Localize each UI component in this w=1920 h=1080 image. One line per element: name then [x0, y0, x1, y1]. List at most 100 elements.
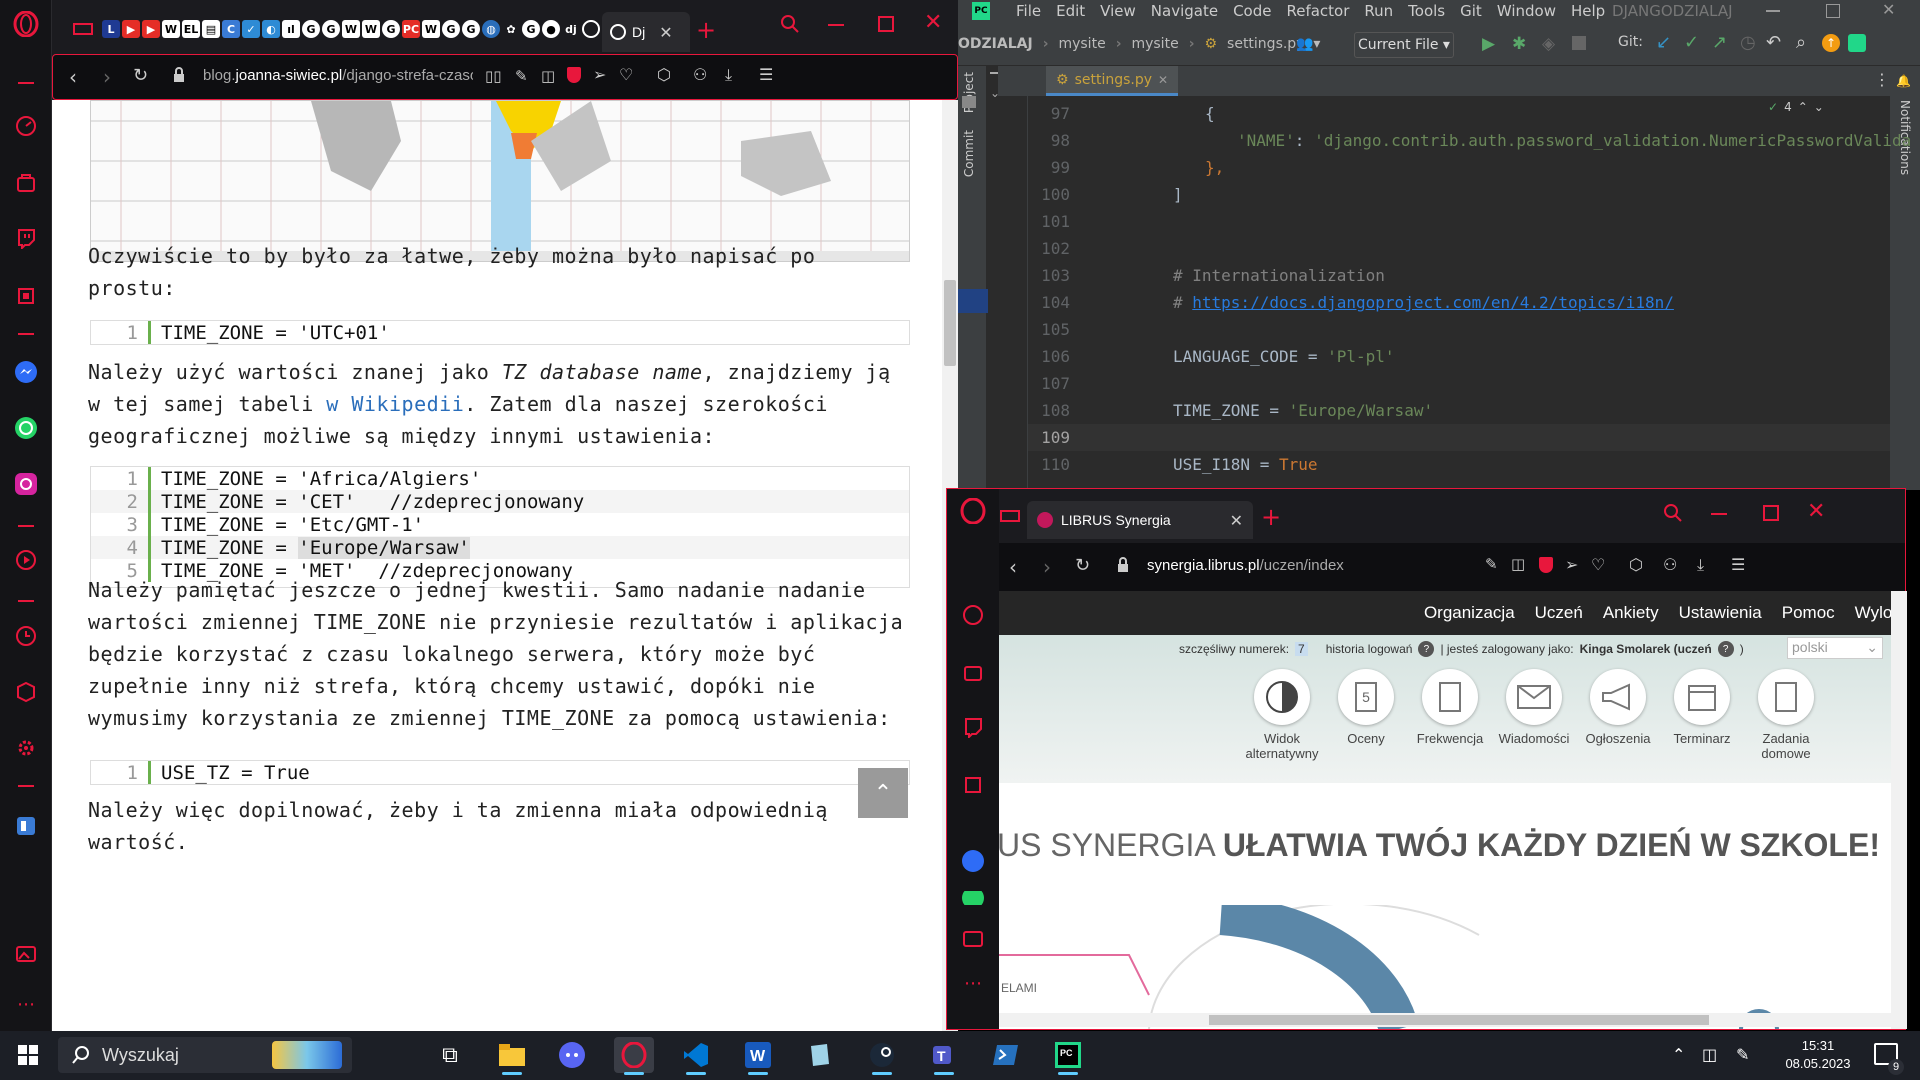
minimize-icon[interactable] — [1711, 513, 1727, 515]
git-rollback-icon[interactable]: ↶ — [1766, 32, 1781, 53]
tab-favicon[interactable]: ▤ — [202, 20, 220, 38]
tab-favicon[interactable]: C — [222, 20, 240, 38]
teams-icon[interactable]: T — [924, 1037, 964, 1075]
instagram-icon[interactable] — [12, 470, 40, 498]
menu-navigate[interactable]: Navigate — [1151, 2, 1218, 20]
help-icon[interactable]: ? — [1717, 641, 1734, 657]
search-everywhere-icon[interactable]: ⌕ — [1796, 32, 1806, 53]
scrollbar-thumb[interactable] — [1209, 1015, 1709, 1025]
menu-tools[interactable]: Tools — [1408, 2, 1445, 20]
jetbrains-toolbox-icon[interactable] — [1848, 34, 1866, 52]
google-icon[interactable]: G — [522, 20, 540, 38]
minimize-icon[interactable] — [1766, 10, 1780, 12]
gx-corner-icon[interactable] — [999, 507, 1021, 525]
close-window-icon[interactable]: ✕ — [924, 10, 942, 35]
menu-run[interactable]: Run — [1364, 2, 1393, 20]
youtube-icon[interactable]: ▶ — [122, 20, 140, 38]
tab-favicon[interactable]: ✿ — [502, 20, 520, 38]
reload-icon[interactable]: ↻ — [133, 65, 148, 86]
edit-icon[interactable]: ✎ — [515, 67, 528, 85]
search-tabs-icon[interactable] — [780, 14, 800, 34]
twitch-icon[interactable] — [12, 224, 40, 252]
nav-organizacja[interactable]: Organizacja — [1424, 603, 1515, 623]
speed-dial-icon[interactable] — [12, 112, 40, 140]
more-tabs-icon[interactable]: ⋮ — [1874, 70, 1890, 89]
debug-icon[interactable]: ✱ — [1512, 34, 1526, 54]
account-icon[interactable]: ⚇ — [1663, 555, 1677, 574]
language-select[interactable]: polski ⌄ — [1787, 637, 1883, 659]
stop-icon[interactable] — [1572, 36, 1586, 50]
wiadomosci-button[interactable]: Wiadomości — [1494, 669, 1574, 746]
reload-icon[interactable]: ↻ — [1075, 555, 1090, 576]
nav-uczen[interactable]: Uczeń — [1535, 603, 1583, 623]
vscode-icon[interactable] — [676, 1037, 716, 1075]
opera-logo-icon[interactable] — [959, 497, 987, 525]
tab-librus[interactable]: LIBRUS Synergia ✕ — [1027, 501, 1253, 539]
nav-ankiety[interactable]: Ankiety — [1603, 603, 1659, 623]
google-icon[interactable]: G — [322, 20, 340, 38]
send-icon[interactable]: ➢ — [593, 65, 606, 84]
new-tab-button[interactable]: + — [1261, 503, 1281, 531]
terminarz-button[interactable]: Terminarz — [1662, 669, 1742, 746]
twitch-icon[interactable] — [959, 713, 987, 741]
shield-icon[interactable] — [1539, 557, 1553, 573]
forward-icon[interactable]: › — [103, 65, 111, 89]
nav-ustawienia[interactable]: Ustawienia — [1679, 603, 1762, 623]
whatsapp-icon[interactable] — [12, 414, 40, 442]
tab-favicon[interactable]: ◐ — [262, 20, 280, 38]
shield-icon[interactable] — [567, 67, 581, 83]
menu-code[interactable]: Code — [1233, 2, 1271, 20]
clock[interactable]: 15:31 08.05.2023 — [1768, 1037, 1868, 1073]
messenger-icon[interactable] — [12, 358, 40, 386]
opera-gx-icon[interactable] — [614, 1037, 654, 1075]
gx-control-icon[interactable] — [959, 771, 987, 799]
maximize-icon[interactable] — [1763, 505, 1779, 521]
word-icon[interactable]: W — [738, 1037, 778, 1075]
frekwencja-button[interactable]: Frekwencja — [1410, 669, 1490, 746]
pen-icon[interactable]: ✎ — [1736, 1045, 1749, 1064]
task-view-icon[interactable]: ⧉ — [430, 1037, 470, 1073]
google-icon[interactable]: G — [462, 20, 480, 38]
webcam-icon[interactable]: ◫ — [1702, 1045, 1717, 1064]
login-history-link[interactable]: historia logowań — [1326, 642, 1413, 656]
close-tab-icon[interactable]: ✕ — [1230, 511, 1243, 530]
messenger-icon[interactable] — [959, 847, 987, 875]
close-tab-icon[interactable]: ✕ — [1158, 73, 1168, 87]
wikipedia-icon[interactable]: W — [362, 20, 380, 38]
tab-favicon[interactable]: ✓ — [242, 20, 260, 38]
scrollbar-thumb[interactable] — [944, 280, 956, 366]
bell-icon[interactable]: 🔔 — [1896, 74, 1911, 88]
wikipedia-icon[interactable]: W — [342, 20, 360, 38]
zadania-domowe-button[interactable]: Zadania domowe — [1746, 669, 1826, 761]
edit-icon[interactable]: ✎ — [1485, 555, 1498, 573]
opera-logo-icon[interactable] — [12, 10, 40, 38]
more-dots-icon[interactable]: ⋯ — [959, 969, 987, 997]
heart-icon[interactable]: ♡ — [1591, 555, 1605, 574]
download-icon[interactable]: ⤓ — [1697, 555, 1704, 575]
updates-icon[interactable]: ↑ — [1822, 34, 1840, 52]
heart-icon[interactable]: ♡ — [619, 65, 633, 84]
code-editor[interactable]: ✓ 4 ⌃ ⌄ 97{98 'NAME': 'django.contrib.auth.p… — [958, 96, 1911, 490]
discord-icon[interactable] — [552, 1037, 592, 1073]
nav-pomoc[interactable]: Pomoc — [1782, 603, 1835, 623]
widok-alternatywny-button[interactable]: Widok alternatywny — [1242, 669, 1322, 761]
google-icon[interactable]: G — [442, 20, 460, 38]
reader-mode-icon[interactable]: ▯▯ — [485, 67, 502, 85]
google-icon[interactable]: G — [302, 20, 320, 38]
new-tab-button[interactable]: + — [696, 16, 716, 44]
user-icon[interactable]: 👥▾ — [1296, 36, 1320, 52]
gx-corner-icon[interactable] — [72, 20, 94, 38]
account-icon[interactable]: ⚇ — [693, 65, 707, 84]
search-tabs-icon[interactable] — [1663, 503, 1683, 523]
speed-dial-icon[interactable] — [959, 601, 987, 629]
wikipedia-icon[interactable]: W — [422, 20, 440, 38]
pycharm-taskbar-icon[interactable]: PC — [1048, 1037, 1088, 1075]
django-icon[interactable]: dj — [562, 20, 580, 38]
menu-refactor[interactable]: Refactor — [1286, 2, 1349, 20]
tab-settings-py[interactable]: ⚙ settings.py ✕ — [1046, 66, 1179, 96]
youtube-icon[interactable]: ▶ — [142, 20, 160, 38]
back-icon[interactable]: ‹ — [69, 65, 77, 89]
show-hidden-icons-chevron-icon[interactable]: ⌃ — [1672, 1045, 1685, 1064]
notes-app-icon[interactable] — [800, 1037, 840, 1073]
shopping-bag-icon[interactable] — [959, 657, 987, 685]
